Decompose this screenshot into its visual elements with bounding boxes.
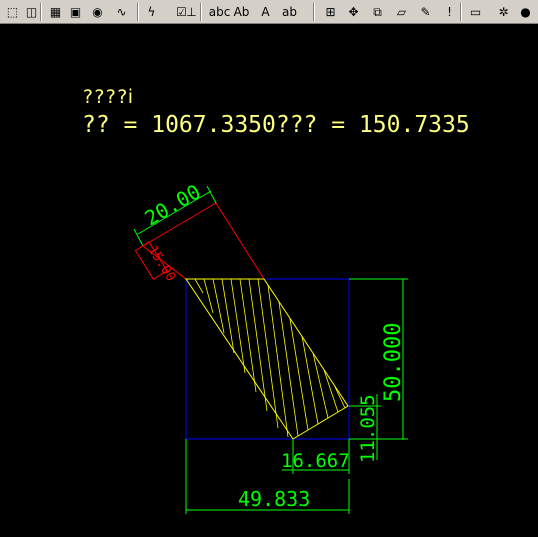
layers-icon[interactable]: ◫: [22, 2, 41, 21]
dimension-label-11: 11.055: [357, 394, 379, 463]
grid-icon[interactable]: ⊞: [321, 2, 340, 21]
alert-icon[interactable]: !: [440, 2, 459, 21]
text-abc-icon[interactable]: abc: [209, 2, 231, 21]
plane-icon[interactable]: ▱: [392, 2, 411, 21]
dimension-label-20: 20.00: [141, 179, 205, 230]
drawing-text-line1: ????ⅰ: [82, 86, 133, 108]
toolbar-separator: [200, 3, 202, 21]
globe-icon[interactable]: ◉: [88, 2, 107, 21]
drawing-text-line2: ?? = 1067.3350??? = 150.7335: [82, 112, 470, 138]
dimension-side-red[interactable]: 15.00: [134, 241, 178, 284]
dimension-bottom-small[interactable]: 16.667: [281, 439, 350, 474]
toolbar: ⬚◫▦▣◉∿ϟ☑⊥abcAbAab⊞✥⧉▱✎!▭✲●🔒: [0, 0, 538, 24]
lightbulb-icon[interactable]: ●: [516, 2, 535, 21]
drawing-canvas[interactable]: ????ⅰ ?? = 1067.3350??? = 150.7335 20.00…: [0, 24, 538, 537]
dimension-label-50: 50.000: [381, 323, 406, 402]
dimension-label-16: 16.667: [281, 450, 350, 472]
dimension-label-49: 49.833: [238, 487, 310, 511]
move-icon[interactable]: ✥: [344, 2, 363, 21]
image-icon[interactable]: ▣: [66, 2, 85, 21]
dimension-width-top[interactable]: 20.00: [133, 179, 217, 247]
toolbar-separator: [137, 3, 139, 21]
select-icon[interactable]: ⬚: [3, 2, 22, 21]
color-palette-icon[interactable]: ▦: [46, 2, 65, 21]
dimension-small-right[interactable]: 11.055: [349, 394, 381, 463]
waveform-icon[interactable]: ∿: [112, 2, 131, 21]
toolbar-separator: [40, 3, 42, 21]
match-properties-icon[interactable]: ✎: [416, 2, 435, 21]
text-abcd-icon[interactable]: A: [256, 2, 275, 21]
dimension-label-15: 15.00: [145, 243, 178, 284]
hatch-region[interactable]: [185, 278, 349, 440]
text-edit-icon[interactable]: ab: [280, 2, 299, 21]
settings-icon[interactable]: ✲: [494, 2, 513, 21]
window-icon[interactable]: ▭: [466, 2, 485, 21]
text-style-icon[interactable]: Ab: [232, 2, 251, 21]
lightning-icon[interactable]: ϟ: [142, 2, 161, 21]
toolbar-separator: [313, 3, 315, 21]
toolbar-separator: [460, 3, 462, 21]
layer-properties-icon[interactable]: ⧉: [368, 2, 387, 21]
ruler-icon[interactable]: ⊥: [182, 2, 201, 21]
